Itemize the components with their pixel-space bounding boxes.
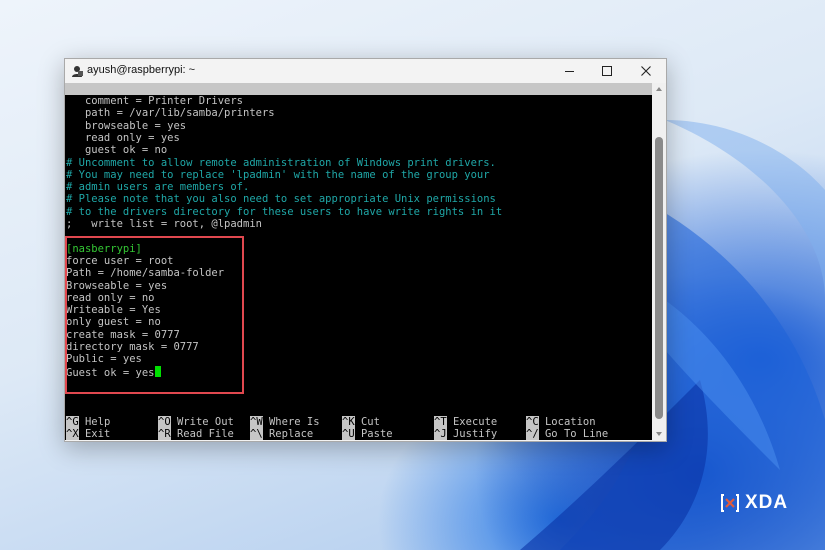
- shortcut-key: ^X: [66, 428, 79, 440]
- config-line: comment = Printer Drivers: [66, 95, 244, 107]
- watermark-text: XDA: [745, 492, 789, 513]
- shortcut-label: Write Out: [176, 416, 234, 428]
- shortcut-label: Location: [544, 416, 596, 428]
- shortcut-key: ^J: [434, 428, 447, 440]
- shortcut-location[interactable]: ^C Location: [526, 416, 596, 428]
- config-comment-line: # to the drivers directory for these use…: [66, 205, 503, 218]
- shortcut-label: Cut: [360, 416, 380, 428]
- config-line: path = /var/lib/samba/printers: [66, 107, 275, 120]
- config-line-text: Guest ok = yes: [66, 366, 155, 379]
- shortcut-label: Help: [84, 416, 111, 428]
- nano-editor[interactable]: GNU nano 7.2 /etc/samba/smb.conf * comme…: [65, 83, 652, 440]
- xda-watermark: XDA: [720, 492, 788, 514]
- shortcut-label: Where Is: [268, 416, 320, 428]
- shortcut-key: ^R: [158, 428, 171, 440]
- shortcut-replace[interactable]: ^\ Replace: [250, 428, 313, 440]
- config-line: Public = yes: [66, 353, 142, 366]
- minimize-icon: [564, 70, 574, 72]
- shortcut-key: ^W: [250, 416, 263, 428]
- shortcut-go-to-line[interactable]: ^/ Go To Line: [526, 428, 608, 440]
- shortcut-paste[interactable]: ^U Paste: [342, 428, 393, 440]
- shortcut-label: Go To Line: [544, 428, 609, 440]
- shortcut-key: ^/: [526, 428, 539, 440]
- file-path: /etc/samba/smb.conf *: [311, 107, 444, 119]
- shortcut-key: ^T: [434, 416, 447, 428]
- shortcut-key: ^K: [342, 416, 355, 428]
- config-line: create mask = 0777: [66, 328, 180, 341]
- text-cursor: [154, 365, 161, 377]
- config-comment-line: # admin users are members of.: [66, 181, 250, 194]
- shortcut-cut[interactable]: ^K Cut: [342, 416, 380, 428]
- config-line: force user = root: [66, 254, 174, 267]
- config-line: read only = no: [66, 291, 155, 304]
- shortcut-key: ^C: [526, 416, 539, 428]
- shortcut-label: Justify: [452, 428, 498, 440]
- minimize-button[interactable]: [550, 59, 588, 83]
- shortcut-key: ^U: [342, 428, 355, 440]
- config-line: browseable = yes: [66, 119, 187, 132]
- scrollbar[interactable]: [652, 83, 666, 440]
- shortcut-label: Exit: [84, 428, 111, 440]
- close-icon: [641, 66, 651, 76]
- config-line: Path = /home/samba-folder: [66, 267, 225, 280]
- maximize-icon: [602, 66, 612, 76]
- shortcut-label: Paste: [360, 428, 393, 440]
- window-title: ayush@raspberrypi: ~: [87, 64, 196, 76]
- config-line: read only = yes: [66, 131, 180, 144]
- shortcut-execute[interactable]: ^T Execute: [434, 416, 497, 428]
- shortcut-read-file[interactable]: ^R Read File: [158, 428, 234, 440]
- xda-logo-icon: [721, 494, 739, 512]
- nano-status-bar: GNU nano 7.2 /etc/samba/smb.conf *: [65, 83, 652, 119]
- title-bar[interactable]: ayush@raspberrypi: ~: [65, 59, 666, 83]
- shortcut-key: ^G: [66, 416, 79, 428]
- config-section-header: [nasberrypi]: [66, 242, 142, 255]
- scroll-up-icon[interactable]: [656, 87, 662, 91]
- config-line: directory mask = 0777: [66, 341, 199, 353]
- config-line: only guest = no: [66, 316, 161, 329]
- config-comment-line: # You may need to replace 'lpadmin' with…: [66, 168, 490, 181]
- config-line: Guest ok = yes: [66, 365, 161, 379]
- shortcut-where-is[interactable]: ^W Where Is: [250, 416, 320, 428]
- terminal-app-icon: [72, 66, 83, 77]
- shortcut-help[interactable]: ^G Help: [66, 416, 110, 428]
- shortcut-label: Replace: [268, 428, 314, 440]
- shortcut-key: ^\: [250, 428, 263, 440]
- terminal-window: ayush@raspberrypi: ~ GNU nano 7.2 /etc/s…: [64, 58, 667, 442]
- scroll-down-icon[interactable]: [656, 432, 662, 436]
- shortcut-exit[interactable]: ^X Exit: [66, 428, 110, 440]
- config-comment-line: # Uncomment to allow remote administrati…: [66, 156, 496, 169]
- config-line: Writeable = Yes: [66, 304, 161, 317]
- config-comment-line: # Please note that you also need to set …: [66, 193, 496, 206]
- scrollbar-thumb[interactable]: [655, 137, 663, 419]
- shortcut-key: ^O: [158, 416, 171, 428]
- config-line: ; write list = root, @lpadmin: [66, 218, 262, 230]
- config-line: Browseable = yes: [66, 279, 168, 292]
- close-button[interactable]: [627, 59, 665, 83]
- shortcut-label: Execute: [452, 416, 498, 428]
- shortcut-label: Read File: [176, 428, 234, 440]
- shortcut-write-out[interactable]: ^O Write Out: [158, 416, 234, 428]
- config-line: guest ok = no: [66, 144, 168, 157]
- maximize-button[interactable]: [588, 59, 626, 83]
- shortcut-justify[interactable]: ^J Justify: [434, 428, 497, 440]
